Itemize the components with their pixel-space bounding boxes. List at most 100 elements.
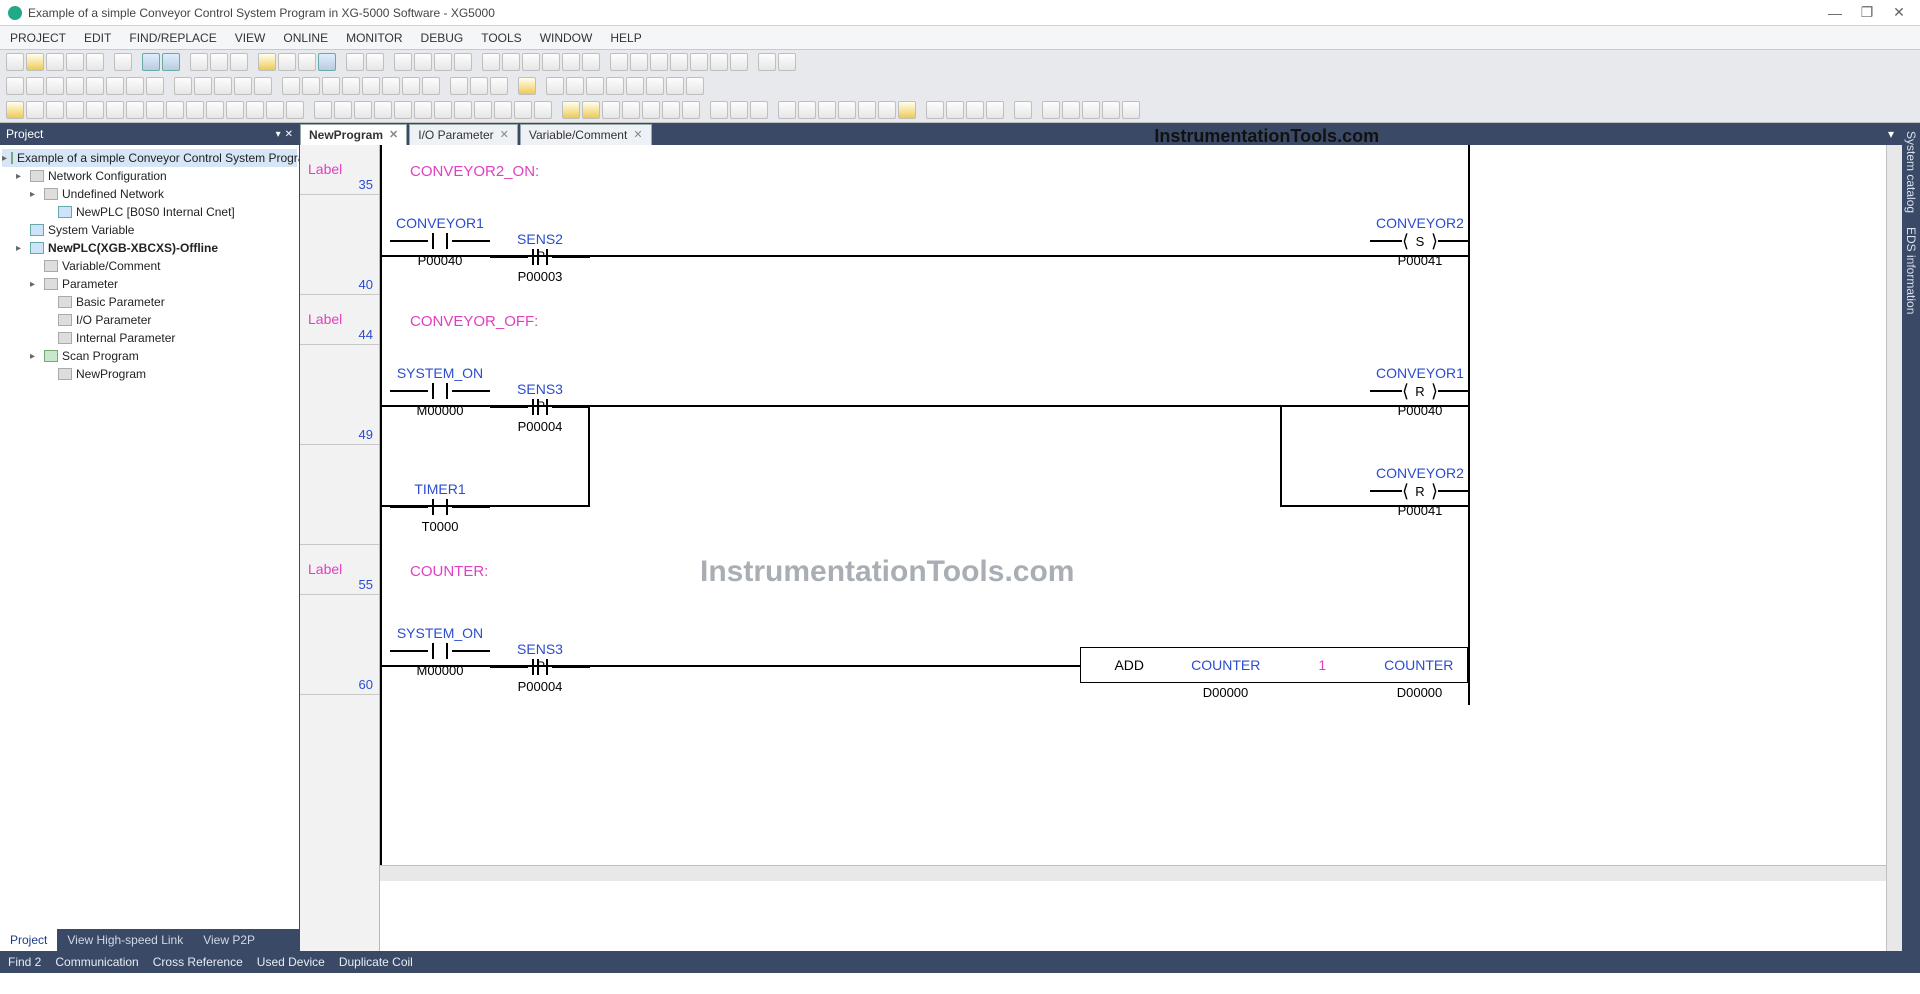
close-button[interactable]: ✕ xyxy=(1886,4,1912,21)
tool-btn[interactable] xyxy=(26,53,44,71)
tree-root[interactable]: Example of a simple Conveyor Control Sys… xyxy=(17,151,299,165)
tool-btn[interactable] xyxy=(46,53,64,71)
tool-btn[interactable] xyxy=(690,53,708,71)
tab-p2p[interactable]: View P2P xyxy=(193,929,265,951)
tool-btn[interactable] xyxy=(286,101,304,119)
tool-btn[interactable] xyxy=(46,77,64,95)
contact-conveyor1[interactable]: CONVEYOR1 P00040 xyxy=(390,215,490,268)
tool-btn[interactable] xyxy=(926,101,944,119)
menu-edit[interactable]: EDIT xyxy=(84,31,111,45)
tree-varcom[interactable]: Variable/Comment xyxy=(62,259,160,273)
close-icon[interactable]: ✕ xyxy=(389,128,398,141)
tool-btn[interactable] xyxy=(798,101,816,119)
tool-btn[interactable] xyxy=(302,77,320,95)
tool-btn[interactable] xyxy=(838,101,856,119)
tool-btn[interactable] xyxy=(482,53,500,71)
tool-btn[interactable] xyxy=(126,101,144,119)
menu-help[interactable]: HELP xyxy=(610,31,641,45)
tool-btn[interactable] xyxy=(1102,101,1120,119)
tool-btn[interactable] xyxy=(146,77,164,95)
tool-btn[interactable] xyxy=(878,101,896,119)
tool-btn[interactable] xyxy=(366,53,384,71)
horizontal-scrollbar[interactable] xyxy=(380,865,1886,881)
tool-btn[interactable] xyxy=(758,53,776,71)
menu-tools[interactable]: TOOLS xyxy=(481,31,521,45)
tab-project[interactable]: Project xyxy=(0,929,57,951)
tool-btn[interactable] xyxy=(986,101,1004,119)
tool-btn[interactable] xyxy=(1014,101,1032,119)
tool-btn[interactable] xyxy=(730,101,748,119)
tool-btn[interactable] xyxy=(602,101,620,119)
contact-sens2[interactable]: SENS2 P P00003 xyxy=(490,215,590,284)
menu-monitor[interactable]: MONITOR xyxy=(346,31,402,45)
tool-btn[interactable] xyxy=(142,53,160,71)
tool-btn[interactable] xyxy=(266,101,284,119)
tree-io-param[interactable]: I/O Parameter xyxy=(76,313,151,327)
tool-btn[interactable] xyxy=(322,77,340,95)
tool-btn[interactable] xyxy=(778,101,796,119)
tool-btn[interactable] xyxy=(494,101,512,119)
panel-close-icon[interactable]: ✕ xyxy=(285,129,293,140)
tool-btn[interactable] xyxy=(422,77,440,95)
function-add[interactable]: ADD COUNTER 1 COUNTER xyxy=(1080,647,1468,683)
tab-overflow-icon[interactable]: ▾ xyxy=(1880,127,1902,141)
tool-btn[interactable] xyxy=(626,77,644,95)
tool-btn[interactable] xyxy=(454,101,472,119)
tool-btn[interactable] xyxy=(1042,101,1060,119)
tool-btn[interactable] xyxy=(454,53,472,71)
tool-btn[interactable] xyxy=(6,101,24,119)
tree-newprogram[interactable]: NewProgram xyxy=(76,367,146,381)
contact-sens3[interactable]: SENS3 P P00004 xyxy=(490,365,590,434)
tool-btn[interactable] xyxy=(342,77,360,95)
tool-btn[interactable] xyxy=(66,101,84,119)
tool-btn[interactable] xyxy=(394,101,412,119)
tool-btn[interactable] xyxy=(562,101,580,119)
tool-btn[interactable] xyxy=(514,101,532,119)
tool-btn[interactable] xyxy=(622,101,640,119)
close-icon[interactable]: ✕ xyxy=(500,128,509,141)
ladder-editor[interactable]: CONVEYOR2_ON: CONVEYOR_OFF: COUNTER: CON… xyxy=(380,145,1886,951)
tool-btn[interactable] xyxy=(66,53,84,71)
coil-conveyor2-set[interactable]: CONVEYOR2 S P00041 xyxy=(1370,215,1470,268)
status-cross-reference[interactable]: Cross Reference xyxy=(153,955,243,969)
tool-btn[interactable] xyxy=(258,53,276,71)
tool-btn[interactable] xyxy=(86,77,104,95)
tool-btn[interactable] xyxy=(26,77,44,95)
vertical-scrollbar[interactable] xyxy=(1886,145,1902,951)
tree-network-config[interactable]: Network Configuration xyxy=(48,169,167,183)
tree-plc[interactable]: NewPLC(XGB-XBCXS)-Offline xyxy=(48,241,218,255)
tool-btn[interactable] xyxy=(582,53,600,71)
tool-btn[interactable] xyxy=(374,101,392,119)
status-used-device[interactable]: Used Device xyxy=(257,955,325,969)
tool-btn[interactable] xyxy=(146,101,164,119)
tool-btn[interactable] xyxy=(606,77,624,95)
menu-view[interactable]: VIEW xyxy=(235,31,266,45)
tree-sys-var[interactable]: System Variable xyxy=(48,223,134,237)
tree-param[interactable]: Parameter xyxy=(62,277,118,291)
contact-sens3[interactable]: SENS3 P P00004 xyxy=(490,625,590,694)
tool-btn[interactable] xyxy=(650,53,668,71)
tool-btn[interactable] xyxy=(778,53,796,71)
status-communication[interactable]: Communication xyxy=(55,955,138,969)
tool-btn[interactable] xyxy=(562,53,580,71)
tool-btn[interactable] xyxy=(646,77,664,95)
tab-highspeed-link[interactable]: View High-speed Link xyxy=(57,929,193,951)
tool-btn[interactable] xyxy=(206,101,224,119)
tool-btn[interactable] xyxy=(898,101,916,119)
tool-btn[interactable] xyxy=(106,77,124,95)
coil-conveyor2-reset[interactable]: CONVEYOR2 R P00041 xyxy=(1370,465,1470,518)
tab-system-catalog[interactable]: System catalog xyxy=(1904,131,1918,213)
tool-btn[interactable] xyxy=(186,101,204,119)
tab-eds-info[interactable]: EDS information xyxy=(1904,227,1918,314)
tool-btn[interactable] xyxy=(162,53,180,71)
tool-btn[interactable] xyxy=(450,77,468,95)
tool-btn[interactable] xyxy=(6,53,24,71)
tool-btn[interactable] xyxy=(382,77,400,95)
close-icon[interactable]: ✕ xyxy=(633,128,642,141)
tool-btn[interactable] xyxy=(546,77,564,95)
tool-btn[interactable] xyxy=(662,101,680,119)
menu-online[interactable]: ONLINE xyxy=(283,31,328,45)
tool-btn[interactable] xyxy=(666,77,684,95)
tool-btn[interactable] xyxy=(966,101,984,119)
tool-btn[interactable] xyxy=(278,53,296,71)
